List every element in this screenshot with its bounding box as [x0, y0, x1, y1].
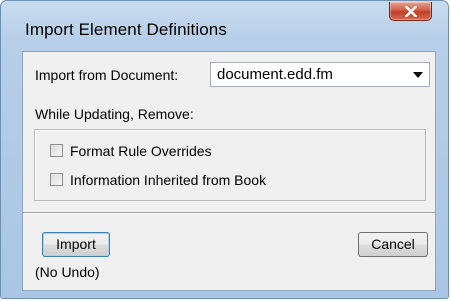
- cancel-button[interactable]: Cancel: [358, 232, 428, 257]
- dialog-body: Import from Document: document.edd.fm Wh…: [22, 51, 436, 291]
- while-updating-label: While Updating, Remove:: [35, 106, 194, 122]
- dialog-title: Import Element Definitions: [25, 20, 227, 39]
- dialog-window: Import Element Definitions Import from D…: [0, 0, 449, 299]
- import-button[interactable]: Import: [42, 232, 110, 257]
- information-inherited-checkbox[interactable]: [50, 173, 63, 186]
- remove-options-group: Format Rule Overrides Information Inheri…: [34, 129, 426, 201]
- import-document-value: document.edd.fm: [217, 66, 333, 83]
- separator: [23, 212, 435, 214]
- close-button[interactable]: [389, 2, 432, 21]
- close-icon: [405, 6, 417, 17]
- chevron-down-icon: [413, 72, 423, 78]
- format-rule-overrides-label[interactable]: Format Rule Overrides: [70, 143, 212, 159]
- import-document-select[interactable]: document.edd.fm: [210, 62, 430, 87]
- import-from-label: Import from Document:: [35, 67, 179, 83]
- format-rule-overrides-checkbox[interactable]: [50, 144, 63, 157]
- no-undo-note: (No Undo): [35, 264, 100, 280]
- information-inherited-label[interactable]: Information Inherited from Book: [70, 172, 266, 188]
